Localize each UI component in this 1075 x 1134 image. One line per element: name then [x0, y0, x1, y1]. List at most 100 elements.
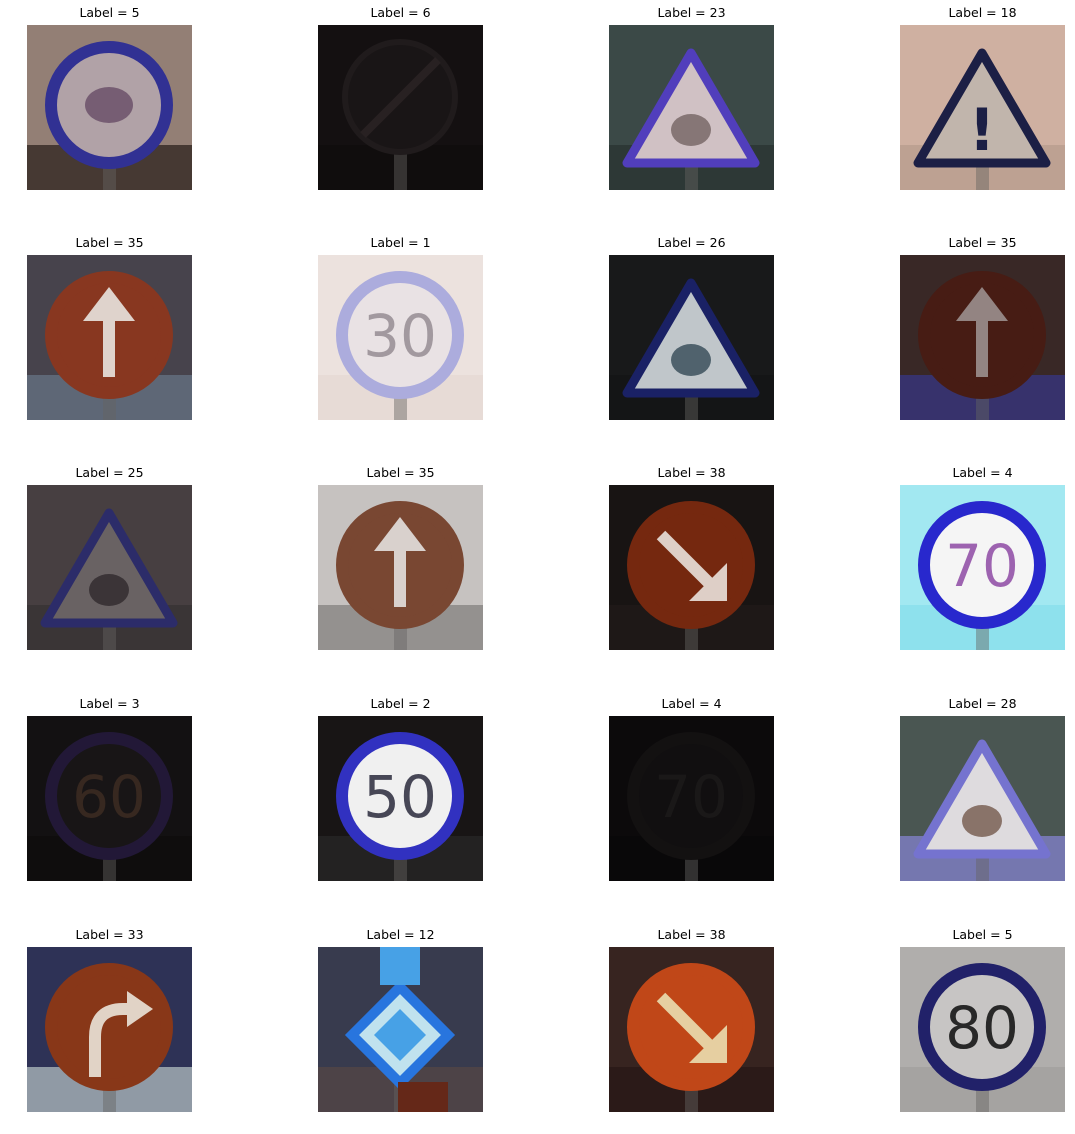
image-label: Label = 5: [952, 927, 1013, 942]
traffic-sign-image: [900, 255, 1065, 420]
sign-drawing: 80: [900, 947, 1065, 1112]
traffic-sign-image: [609, 25, 774, 190]
image-label: Label = 1: [370, 235, 431, 250]
image-label: Label = 35: [948, 235, 1017, 250]
image-cell: Label = 35: [318, 463, 483, 650]
image-label: Label = 12: [366, 927, 435, 942]
traffic-sign-image: [609, 255, 774, 420]
image-cell: Label = 6: [318, 3, 483, 190]
image-label: Label = 35: [75, 235, 144, 250]
image-label: Label = 26: [657, 235, 726, 250]
sign-drawing: !: [900, 25, 1065, 190]
image-shade: [318, 947, 483, 1112]
image-cell: Label = 5: [27, 3, 192, 190]
image-cell: Label = 12: [318, 925, 483, 1112]
image-cell: Label = 23: [609, 3, 774, 190]
image-cell: Label = 35: [900, 233, 1065, 420]
image-label: Label = 28: [948, 696, 1017, 711]
traffic-sign-image: [609, 947, 774, 1112]
traffic-sign-image: [27, 25, 192, 190]
image-shade: [609, 25, 774, 190]
image-shade: [900, 716, 1065, 881]
sign-drawing: [27, 485, 192, 650]
image-label: Label = 6: [370, 5, 431, 20]
image-shade: [27, 255, 192, 420]
image-cell: Label = 3 60: [27, 694, 192, 881]
image-cell: Label = 26: [609, 233, 774, 420]
traffic-sign-image: !: [900, 25, 1065, 190]
image-label: Label = 3: [79, 696, 140, 711]
image-cell: Label = 38: [609, 925, 774, 1112]
sign-drawing: 60: [27, 716, 192, 881]
image-label: Label = 2: [370, 696, 431, 711]
image-cell: Label = 18!: [900, 3, 1065, 190]
sign-drawing: 50: [318, 716, 483, 881]
image-shade: [27, 716, 192, 881]
image-label: Label = 38: [657, 927, 726, 942]
sign-drawing: 70: [609, 716, 774, 881]
image-cell: Label = 2 50: [318, 694, 483, 881]
image-label: Label = 4: [952, 465, 1013, 480]
image-label: Label = 38: [657, 465, 726, 480]
image-label: Label = 33: [75, 927, 144, 942]
traffic-sign-image: [609, 485, 774, 650]
image-shade: [27, 25, 192, 190]
sign-drawing: [609, 255, 774, 420]
sign-drawing: [27, 255, 192, 420]
image-label: Label = 25: [75, 465, 144, 480]
image-shade: [900, 485, 1065, 650]
sign-drawing: [318, 25, 483, 190]
sign-drawing: [609, 485, 774, 650]
image-cell: Label = 35: [27, 233, 192, 420]
image-label: Label = 35: [366, 465, 435, 480]
traffic-sign-image: [318, 947, 483, 1112]
image-cell: Label = 5 80: [900, 925, 1065, 1112]
image-shade: [609, 947, 774, 1112]
traffic-sign-image: 60: [27, 716, 192, 881]
traffic-sign-image: 70: [900, 485, 1065, 650]
sign-drawing: 30: [318, 255, 483, 420]
traffic-sign-image: [27, 947, 192, 1112]
image-label: Label = 5: [79, 5, 140, 20]
image-shade: [27, 947, 192, 1112]
image-cell: Label = 28: [900, 694, 1065, 881]
image-cell: Label = 1 30: [318, 233, 483, 420]
sign-drawing: 70: [900, 485, 1065, 650]
sign-drawing: [609, 25, 774, 190]
image-shade: [900, 25, 1065, 190]
sign-drawing: [27, 25, 192, 190]
image-shade: [318, 485, 483, 650]
image-cell: Label = 38: [609, 463, 774, 650]
image-cell: Label = 25: [27, 463, 192, 650]
traffic-sign-image: 50: [318, 716, 483, 881]
image-cell: Label = 33: [27, 925, 192, 1112]
traffic-sign-image: [900, 716, 1065, 881]
traffic-sign-image: [318, 25, 483, 190]
image-cell: Label = 4 70: [900, 463, 1065, 650]
image-shade: [318, 716, 483, 881]
image-label: Label = 18: [948, 5, 1017, 20]
traffic-sign-image: [27, 255, 192, 420]
image-shade: [27, 485, 192, 650]
image-grid: Label = 5 Label = 6 Label = 23 Label = 18! L…: [0, 0, 1075, 1134]
image-shade: [318, 255, 483, 420]
image-cell: Label = 4 70: [609, 694, 774, 881]
sign-drawing: [900, 255, 1065, 420]
sign-drawing: [900, 716, 1065, 881]
traffic-sign-image: 80: [900, 947, 1065, 1112]
image-shade: [609, 255, 774, 420]
image-shade: [900, 255, 1065, 420]
traffic-sign-image: 70: [609, 716, 774, 881]
image-shade: [900, 947, 1065, 1112]
traffic-sign-image: [318, 485, 483, 650]
traffic-sign-image: [27, 485, 192, 650]
image-shade: [318, 25, 483, 190]
sign-drawing: [27, 947, 192, 1112]
image-shade: [609, 485, 774, 650]
image-label: Label = 4: [661, 696, 722, 711]
image-label: Label = 23: [657, 5, 726, 20]
traffic-sign-image: 30: [318, 255, 483, 420]
sign-drawing: [609, 947, 774, 1112]
sign-drawing: [318, 485, 483, 650]
image-shade: [609, 716, 774, 881]
